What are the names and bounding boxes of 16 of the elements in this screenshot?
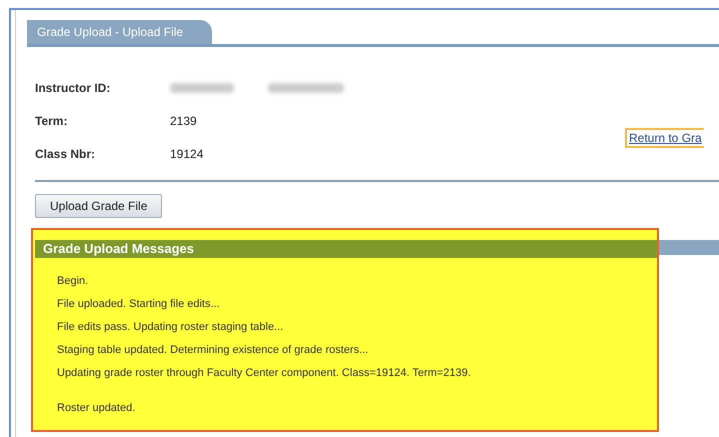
message-line: Begin.	[57, 274, 90, 289]
field-label: Instructor ID:	[35, 80, 112, 94]
return-link[interactable]: Return to Gra	[625, 128, 704, 148]
field-value: 2139	[170, 114, 197, 128]
redacted-value	[170, 82, 234, 92]
header-bar	[659, 240, 719, 255]
panel-header: Grade Upload Messages	[35, 240, 657, 258]
upload-button[interactable]: Upload Grade File	[35, 194, 162, 218]
message-line: Staging table updated. Determining existence of grade rosters...	[57, 343, 370, 358]
field-label: Class Nbr:	[35, 146, 96, 160]
message-line: File uploaded. Starting file edits...	[57, 297, 221, 312]
message-line: Updating grade roster through Faculty Center component. Class=19124. Term=2139.	[57, 366, 472, 381]
message-line: Roster updated.	[57, 401, 136, 416]
message-line: File edits pass. Updating roster staging table...	[57, 320, 284, 335]
field-value: 19124	[170, 146, 204, 160]
field-label: Term:	[35, 114, 68, 128]
